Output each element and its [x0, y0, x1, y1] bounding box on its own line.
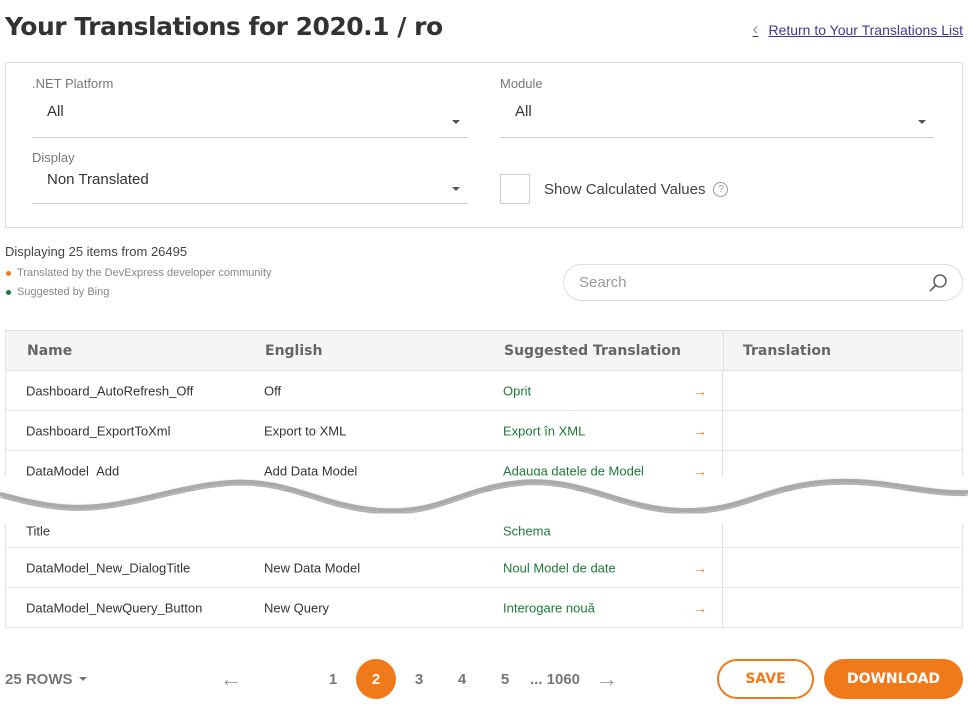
cell-suggested: Noul Model de date	[503, 560, 616, 575]
cell-english: New Data Model	[264, 560, 361, 575]
orange-dot-icon	[6, 270, 11, 276]
caret-down-icon	[78, 677, 87, 681]
back-link[interactable]: ‹ Return to Your Translations List	[752, 19, 963, 40]
cell-suggested: Export în XML	[503, 423, 586, 438]
header-translation: Translation	[743, 342, 831, 359]
cell-name: DataModel_NewQuery_Button	[26, 600, 203, 615]
cell-name: Title	[26, 523, 51, 539]
page-2[interactable]: 2	[356, 659, 396, 699]
search-input[interactable]: Search	[563, 264, 963, 301]
legend-bing: Suggested by Bing	[6, 286, 109, 298]
platform-select[interactable]: All	[32, 103, 468, 138]
page-title: Your Translations for 2020.1 / ro	[5, 12, 443, 41]
save-button[interactable]: SAVE	[717, 659, 814, 699]
module-select[interactable]: All	[500, 103, 934, 138]
cell-name: Dashboard_ExportToXml	[26, 423, 171, 438]
cell-suggested: Oprit	[503, 383, 532, 398]
table-row: DataModel_New_DialogTitle New Data Model…	[5, 548, 963, 588]
page-1[interactable]: 1	[313, 659, 353, 699]
caret-down-icon	[452, 120, 460, 124]
table-row: DataModel_NewQuery_Button New Query Inte…	[5, 588, 963, 628]
cell-suggested: Schema	[503, 523, 551, 539]
cell-english: Export to XML	[264, 423, 347, 438]
rows-per-page-select[interactable]: 25 ROWS	[5, 660, 87, 698]
page-5[interactable]: 5	[485, 659, 525, 699]
calculated-checkbox[interactable]	[500, 174, 530, 204]
platform-label: .NET Platform	[32, 76, 114, 91]
module-label: Module	[500, 76, 543, 91]
page-last[interactable]: 1060	[547, 671, 580, 688]
header-suggested: Suggested Translation	[504, 342, 681, 359]
cell-name: Dashboard_AutoRefresh_Off	[26, 383, 194, 398]
caret-down-icon	[452, 187, 460, 191]
prev-page-arrow-icon[interactable]: ←	[218, 660, 244, 698]
legend-community: Translated by the DevExpress developer c…	[6, 267, 272, 279]
chevron-left-icon: ‹	[752, 19, 759, 39]
apply-suggestion-arrow-icon[interactable]: →	[693, 423, 707, 439]
apply-suggestion-arrow-icon[interactable]: →	[693, 560, 707, 576]
module-value: All	[515, 103, 532, 120]
table-header: Name English Suggested Translation Trans…	[5, 330, 963, 371]
items-count: Displaying 25 items from 26495	[5, 244, 188, 259]
cell-suggested: Interogare nouă	[503, 600, 595, 615]
apply-suggestion-arrow-icon[interactable]: →	[693, 600, 707, 616]
help-icon[interactable]: ?	[713, 182, 729, 197]
table-row: Dashboard_AutoRefresh_Off Off Oprit →	[5, 371, 963, 411]
display-value: Non Translated	[47, 171, 149, 188]
page-3[interactable]: 3	[399, 659, 439, 699]
back-link-text[interactable]: Return to Your Translations List	[768, 22, 963, 38]
page-4[interactable]: 4	[442, 659, 482, 699]
header-name: Name	[27, 342, 73, 359]
table-row: Dashboard_ExportToXml Export to XML Expo…	[5, 411, 963, 451]
cell-name: DataModel_New_DialogTitle	[26, 560, 191, 575]
next-page-arrow-icon[interactable]: →	[594, 660, 620, 698]
green-dot-icon	[6, 289, 11, 295]
platform-value: All	[47, 103, 64, 120]
cell-english: Off	[264, 383, 282, 398]
caret-down-icon	[918, 120, 926, 124]
torn-edge-divider	[0, 476, 968, 524]
apply-suggestion-arrow-icon[interactable]: →	[693, 383, 707, 399]
display-select[interactable]: Non Translated	[32, 171, 468, 204]
header-english: English	[265, 342, 323, 359]
download-button[interactable]: DOWNLOAD	[824, 659, 963, 699]
search-icon[interactable]	[928, 273, 948, 293]
cell-english: New Query	[264, 600, 330, 615]
display-label: Display	[32, 150, 75, 165]
calculated-label: Show Calculated Values	[544, 181, 706, 198]
